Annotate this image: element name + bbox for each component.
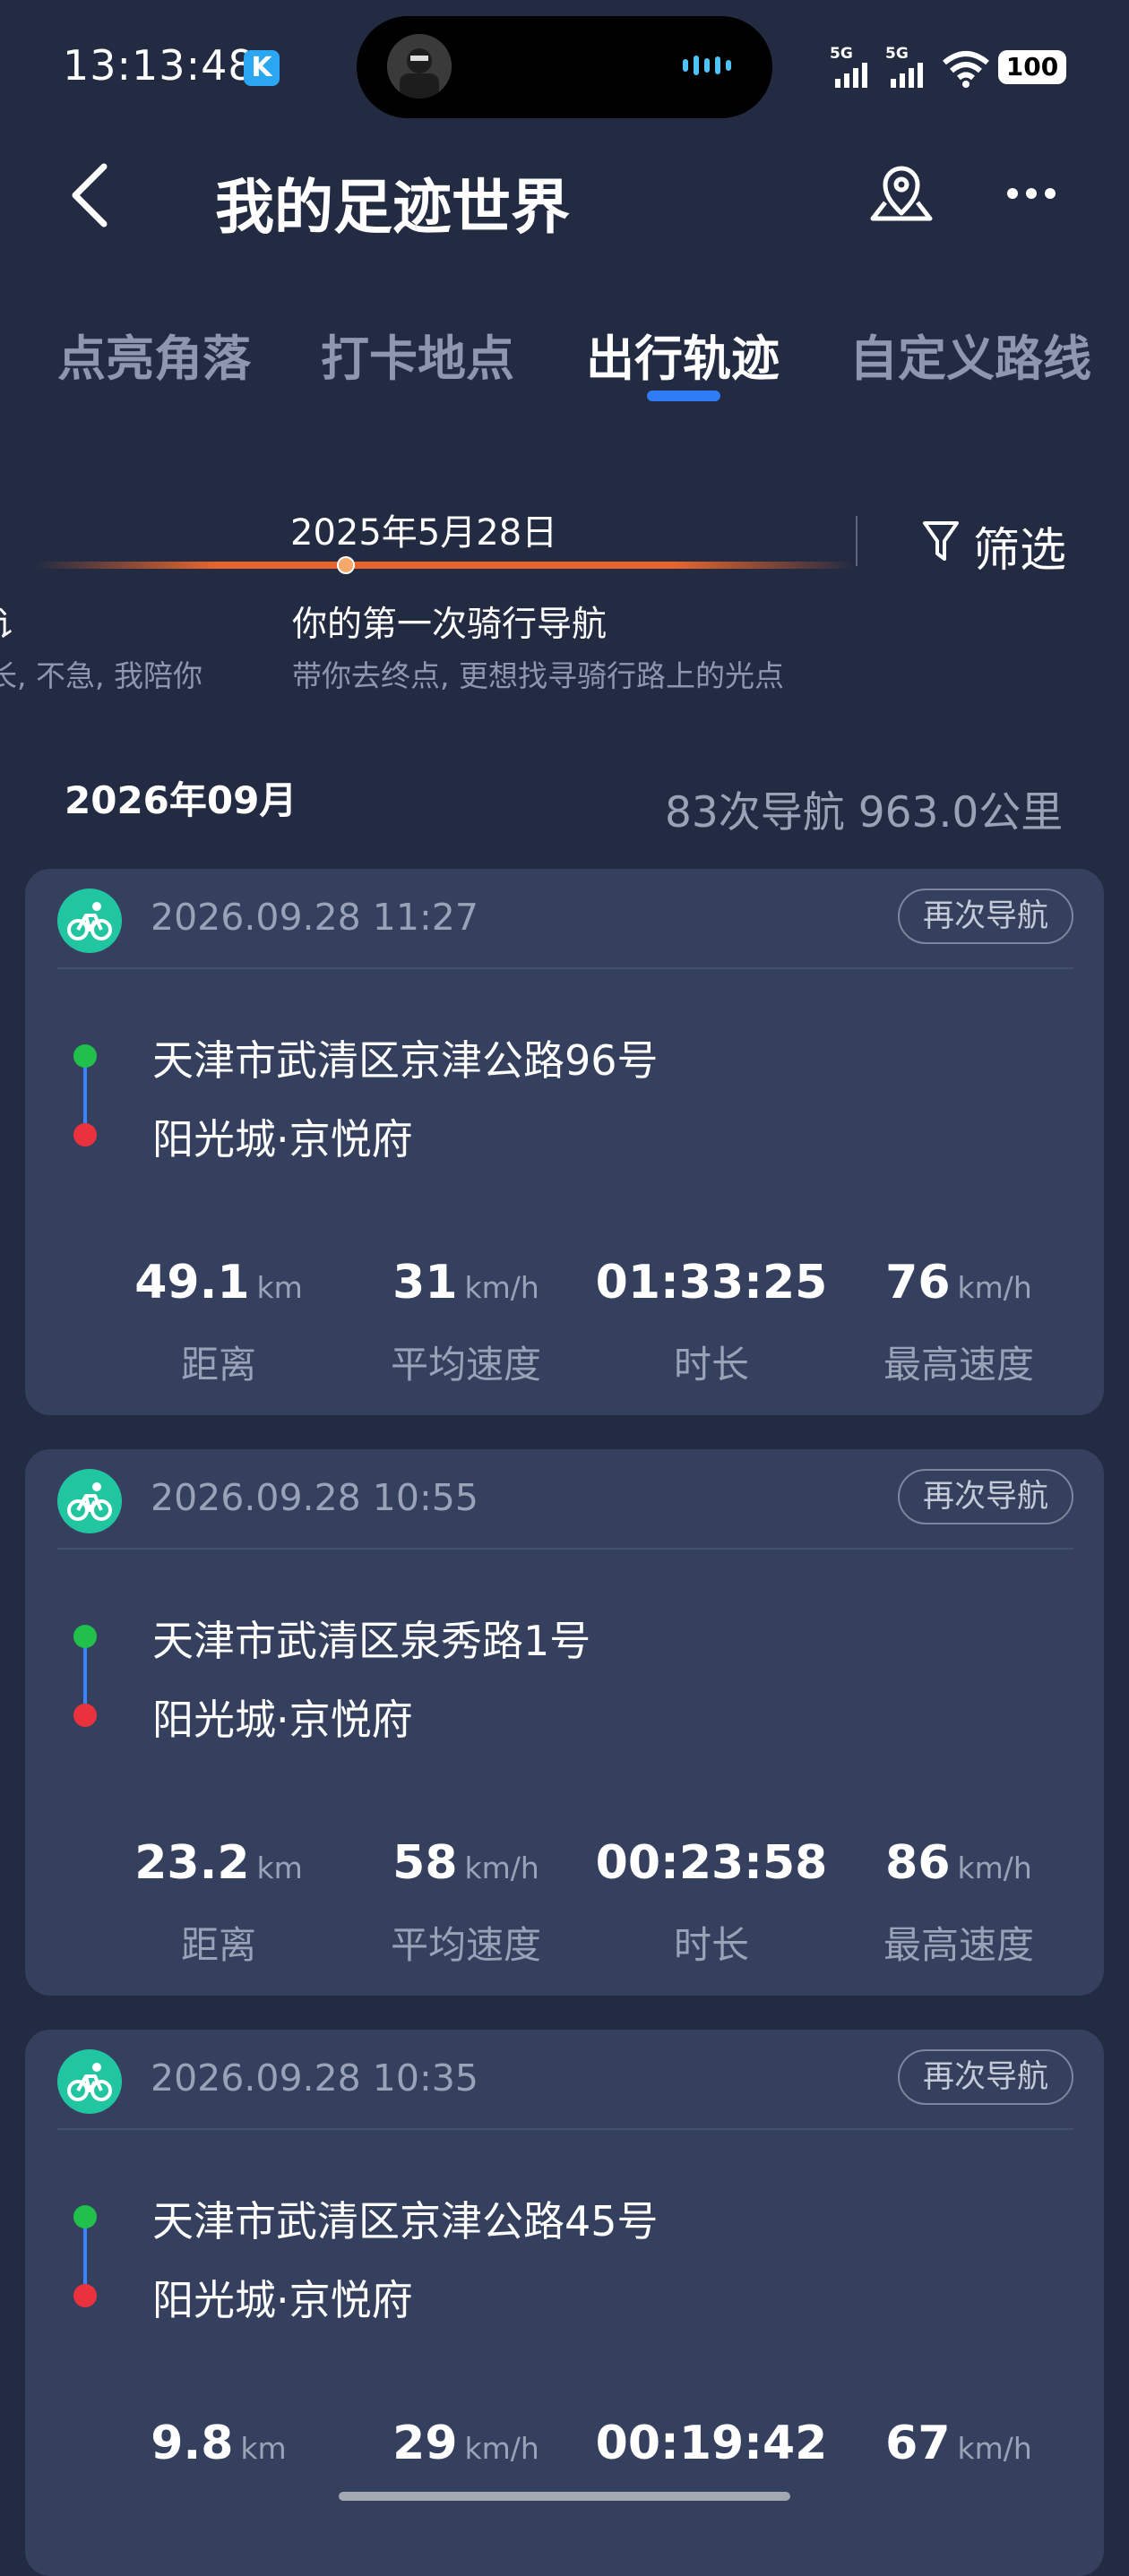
bike-icon	[57, 2049, 122, 2114]
back-arrow-icon	[72, 163, 108, 228]
trip-datetime: 2026.09.28 10:55	[151, 1476, 478, 1519]
signal-label-1: 5G	[830, 45, 853, 63]
status-time: 13:13:48	[63, 41, 255, 90]
avg-speed-label: 平均速度	[390, 1923, 541, 1967]
timeline-track[interactable]	[36, 562, 855, 569]
timeline-milestone-title[interactable]: 你的第一次骑行导航	[292, 597, 607, 647]
avg-speed-value: 58 km/h	[392, 1836, 539, 1890]
filter-button[interactable]: 筛选	[973, 512, 1066, 580]
end-dot-icon	[73, 1123, 97, 1146]
start-dot-icon	[73, 2205, 97, 2228]
music-cover-icon	[387, 34, 452, 99]
trip-start-address: 天津市武清区京津公路45号	[152, 2197, 659, 2245]
divider	[57, 967, 1073, 969]
signal-bars-icon	[891, 63, 923, 88]
trip-start-address: 天津市武清区泉秀路1号	[152, 1617, 591, 1665]
signal-label-2: 5G	[885, 45, 909, 63]
timeline-prev-subtitle: 长, 不急, 我陪你	[0, 658, 203, 693]
month-label: 2026年09月	[65, 778, 297, 822]
more-button[interactable]	[1000, 176, 1063, 211]
trip-datetime: 2026.09.28 11:27	[151, 896, 478, 939]
start-dot-icon	[73, 1625, 97, 1648]
max-speed-value: 67 km/h	[885, 2417, 1032, 2470]
renavigate-button[interactable]: 再次导航	[898, 1469, 1073, 1524]
tab-light-corners[interactable]: 点亮角落	[57, 319, 251, 390]
bike-icon	[57, 1469, 122, 1533]
app-badge-icon: K	[244, 50, 280, 86]
distance-label: 距离	[180, 1923, 256, 1967]
timeline-date: 2025年5月28日	[290, 512, 558, 554]
distance-value: 23.2 km	[134, 1836, 303, 1890]
trip-card[interactable]: 2026.09.28 11:27 再次导航 天津市武清区京津公路96号 阳光城·…	[25, 869, 1104, 1415]
divider	[57, 1548, 1073, 1550]
more-dots-icon	[1007, 188, 1056, 199]
start-dot-icon	[73, 1044, 97, 1068]
avg-speed-value: 31 km/h	[392, 1256, 539, 1309]
max-speed-value: 76 km/h	[885, 1256, 1032, 1309]
active-tab-indicator	[647, 391, 720, 401]
duration-value: 00:23:58	[595, 1836, 828, 1890]
map-pin-button[interactable]	[866, 158, 937, 229]
tab-checkin-places[interactable]: 打卡地点	[321, 319, 514, 390]
trip-end-address: 阳光城·京悦府	[152, 1115, 413, 1163]
distance-value: 49.1 km	[134, 1256, 303, 1309]
timeline-prev-title: 讠	[0, 605, 30, 644]
end-dot-icon	[73, 2284, 97, 2307]
max-speed-label: 最高速度	[883, 1923, 1034, 1967]
divider	[856, 516, 858, 566]
signal-bars-icon	[835, 63, 867, 88]
timeline-milestone-subtitle: 带你去终点, 更想找寻骑行路上的光点	[292, 658, 784, 693]
duration-label: 时长	[673, 1343, 749, 1387]
battery-icon: 100	[998, 50, 1066, 84]
bike-icon	[57, 889, 122, 953]
trip-datetime: 2026.09.28 10:35	[151, 2057, 478, 2099]
map-pin-icon	[870, 166, 933, 221]
distance-value: 9.8 km	[151, 2417, 287, 2470]
home-indicator[interactable]	[339, 2492, 790, 2501]
renavigate-button[interactable]: 再次导航	[898, 889, 1073, 944]
trip-end-address: 阳光城·京悦府	[152, 1696, 413, 1744]
duration-label: 时长	[673, 1923, 749, 1967]
route-connector	[83, 1064, 87, 1129]
renavigate-button[interactable]: 再次导航	[898, 2049, 1073, 2105]
timeline-marker[interactable]	[337, 556, 355, 574]
end-dot-icon	[73, 1704, 97, 1727]
route-connector	[83, 1644, 87, 1709]
duration-value: 01:33:25	[595, 1256, 828, 1309]
tab-travel-tracks[interactable]: 出行轨迹	[586, 319, 780, 390]
back-button[interactable]	[65, 159, 118, 231]
wifi-icon	[943, 51, 989, 88]
duration-value: 00:19:42	[595, 2417, 828, 2470]
status-icons: 5G 5G	[830, 45, 991, 90]
trip-card[interactable]: 2026.09.28 10:55 再次导航 天津市武清区泉秀路1号 阳光城·京悦…	[25, 1449, 1104, 1996]
filter-icon[interactable]	[921, 518, 961, 564]
max-speed-label: 最高速度	[883, 1343, 1034, 1387]
page-title: 我的足迹世界	[215, 173, 570, 242]
trip-start-address: 天津市武清区京津公路96号	[152, 1036, 659, 1085]
month-summary: 83次导航 963.0公里	[665, 788, 1064, 837]
divider	[57, 2128, 1073, 2130]
audio-wave-icon	[683, 56, 737, 75]
tab-custom-routes[interactable]: 自定义路线	[849, 319, 1091, 390]
route-connector	[83, 2225, 87, 2289]
avg-speed-value: 29 km/h	[392, 2417, 539, 2470]
avg-speed-label: 平均速度	[390, 1343, 541, 1387]
distance-label: 距离	[180, 1343, 256, 1387]
trip-end-address: 阳光城·京悦府	[152, 2276, 413, 2324]
max-speed-value: 86 km/h	[885, 1836, 1032, 1890]
